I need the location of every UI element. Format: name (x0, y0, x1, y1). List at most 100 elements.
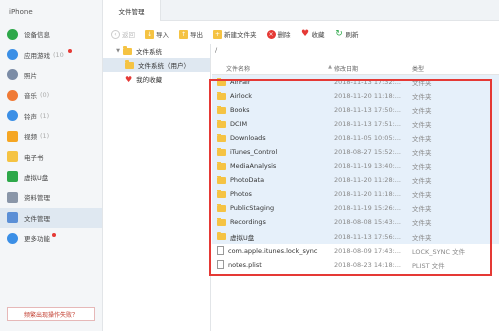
import-icon: ↓ (145, 29, 154, 39)
file-row[interactable]: iTunes_Control 2018-08-27 15:52:... 文件夹 (212, 145, 499, 160)
sidebar-item-label: 文件管理 (24, 214, 50, 223)
refresh-label: 刷新 (345, 31, 359, 39)
favorite-button[interactable]: ♥ 收藏 (301, 29, 325, 39)
tree-item-label: 文件系统（用户） (138, 62, 190, 70)
file-row[interactable]: Downloads 2018-11-05 10:05:... 文件夹 (212, 131, 499, 146)
file-row[interactable]: PhotoData 2018-11-20 11:28:... 文件夹 (212, 173, 499, 188)
sidebar-item-app-store[interactable]: 应用游戏 (10 (0, 44, 102, 64)
sidebar-item-grid[interactable]: 更多功能 (0, 228, 102, 248)
file-icon (217, 260, 224, 270)
file-row[interactable]: MediaAnalysis 2018-11-19 13:40:... 文件夹 (212, 159, 499, 174)
file-date: 2018-08-08 15:43:... (334, 218, 401, 227)
sidebar-item-photos[interactable]: 照片 (0, 65, 102, 85)
path-bar: / (215, 46, 218, 54)
file-type: 文件夹 (412, 135, 432, 144)
folder-icon (217, 78, 226, 86)
new-folder-label: 新建文件夹 (224, 31, 257, 39)
file-row[interactable]: AirFair 2018-11-13 17:32:... 文件夹 (212, 75, 499, 90)
file-rows: AirFair 2018-11-13 17:32:... 文件夹 Airlock 201… (212, 75, 499, 272)
file-name-cell: MediaAnalysis (212, 162, 334, 170)
file-date: 2018-11-13 17:32:... (334, 78, 401, 87)
file-type: 文件夹 (412, 79, 432, 88)
grid-icon (7, 232, 18, 244)
sidebar-item-bell[interactable]: 铃声 (1) (0, 106, 102, 126)
file-row[interactable]: PublicStaging 2018-11-19 15:26:... 文件夹 (212, 201, 499, 216)
file-name: PhotoData (230, 176, 265, 185)
sidebar-item-music[interactable]: 音乐 (0) (0, 85, 102, 105)
tree-item-root[interactable]: ▼ 文件系统 (103, 44, 210, 58)
column-header-date[interactable]: 修改日期 (334, 64, 412, 73)
usb-icon (7, 171, 18, 183)
file-name-cell: DCIM (212, 120, 334, 128)
sidebar-item-count: (0) (40, 91, 50, 100)
sidebar-item-book[interactable]: 电子书 (0, 146, 102, 166)
file-row[interactable]: Books 2018-11-13 17:50:... 文件夹 (212, 103, 499, 118)
delete-button[interactable]: × 删除 (266, 29, 291, 39)
file-type: 文件夹 (412, 121, 432, 130)
file-type: PLIST 文件 (412, 261, 445, 270)
import-label: 导入 (156, 31, 169, 39)
file-type: 文件夹 (412, 93, 432, 102)
column-header-type[interactable]: 类型 (412, 64, 482, 73)
folder-icon (217, 134, 226, 142)
column-header-name-label: 文件名称 (226, 65, 251, 73)
file-date: 2018-11-13 17:50:... (334, 106, 401, 115)
sort-up-icon: ▲ (328, 63, 332, 70)
sidebar-item-label: 设备信息 (24, 31, 50, 40)
tab-bar: 文件管理 (103, 0, 499, 21)
sidebar-item-folder[interactable]: 文件管理 (0, 207, 102, 228)
refresh-button[interactable]: ↻ 刷新 (335, 29, 359, 39)
new-folder-button[interactable]: + 新建文件夹 (213, 29, 257, 39)
sidebar-item-info[interactable]: 设备信息 (0, 24, 102, 44)
file-type: 文件夹 (412, 177, 432, 186)
file-date: 2018-11-13 17:51:... (334, 120, 401, 129)
sidebar-item-label: 资料管理 (24, 194, 50, 203)
file-row[interactable]: Recordings 2018-08-08 15:43:... 文件夹 (212, 215, 499, 230)
file-date: 2018-11-19 13:40:... (334, 162, 401, 171)
tree-item-label: 文件系统 (136, 48, 162, 56)
file-name-cell: 虚拟U盘 (212, 231, 334, 242)
file-name-cell: Airlock (212, 92, 334, 100)
file-name-cell: Books (212, 106, 334, 114)
tab-file-manager[interactable]: 文件管理 (103, 0, 161, 21)
file-icon (217, 246, 224, 256)
file-row[interactable]: DCIM 2018-11-13 17:51:... 文件夹 (212, 117, 499, 132)
file-row[interactable]: Photos 2018-11-20 11:18:... 文件夹 (212, 187, 499, 202)
back-icon: ‹ (111, 29, 120, 39)
export-label: 导出 (190, 31, 203, 39)
file-name: Books (230, 106, 250, 115)
file-row[interactable]: Airlock 2018-11-20 11:18:... 文件夹 (212, 89, 499, 104)
column-header-name[interactable]: 文件名称 ▲ (212, 64, 334, 73)
import-button[interactable]: ↓ 导入 (145, 29, 169, 39)
file-row[interactable]: com.apple.itunes.lock_sync 2018-08-09 17:… (212, 244, 499, 258)
file-date: 2018-11-20 11:28:... (334, 176, 401, 185)
delete-label: 删除 (277, 31, 291, 39)
back-button[interactable]: ‹ 返回 (111, 29, 135, 39)
help-button[interactable]: 频繁出现操作失败？ (7, 307, 95, 321)
tree-item-user-filesystem[interactable]: 文件系统（用户） (103, 58, 210, 72)
folder-icon (123, 46, 132, 55)
file-name-cell: PublicStaging (212, 204, 334, 212)
file-row[interactable]: 虚拟U盘 2018-11-13 17:56:... 文件夹 (212, 229, 499, 244)
info-icon (7, 28, 18, 40)
folder-icon (217, 218, 226, 226)
file-type: 文件夹 (412, 163, 432, 172)
refresh-icon: ↻ (335, 29, 343, 39)
sidebar-item-label: 更多功能 (24, 235, 50, 244)
music-icon (7, 89, 18, 101)
tree-item-favorites[interactable]: ♥ 我的收藏 (103, 72, 210, 86)
sidebar-item-video[interactable]: 视频 (1) (0, 126, 102, 146)
file-row[interactable]: notes.plist 2018-08-23 14:18:... PLIST 文件 (212, 258, 499, 272)
sidebar-item-label: 视频 (24, 133, 37, 142)
sidebar-item-document[interactable]: 资料管理 (0, 187, 102, 207)
file-date: 2018-11-05 10:05:... (334, 134, 401, 143)
bell-icon (7, 110, 18, 122)
file-type: 文件夹 (412, 107, 432, 116)
heart-icon: ♥ (300, 29, 310, 39)
export-button[interactable]: ↑ 导出 (179, 29, 203, 39)
file-name-cell: Recordings (212, 218, 334, 226)
folder-icon (7, 212, 18, 224)
file-name: 虚拟U盘 (230, 233, 255, 242)
expand-arrow-icon[interactable]: ▼ (113, 48, 123, 54)
sidebar-item-usb[interactable]: 虚拟U盘 (0, 167, 102, 187)
